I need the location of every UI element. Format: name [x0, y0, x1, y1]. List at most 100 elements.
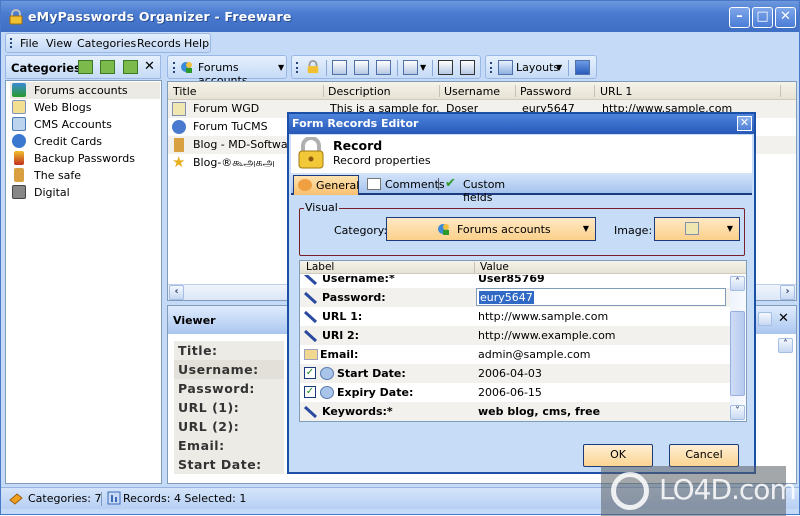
- grid-vertical-scrollbar[interactable]: ˄ ˅: [730, 275, 746, 421]
- tab-separator: [438, 178, 439, 190]
- menu-view[interactable]: View: [46, 37, 72, 50]
- dialog-title-bar[interactable]: Form Records Editor ✕: [289, 114, 754, 134]
- save-icon[interactable]: [575, 60, 590, 75]
- category-item[interactable]: Web Blogs: [10, 99, 160, 116]
- close-viewer-icon[interactable]: ✕: [778, 311, 789, 326]
- pen-icon: [304, 291, 318, 305]
- menu-records[interactable]: Records: [137, 37, 181, 50]
- category-label: Web Blogs: [34, 101, 92, 114]
- new-record-icon[interactable]: [332, 60, 347, 75]
- delete-record-icon[interactable]: [376, 60, 391, 75]
- status-separator: [101, 492, 102, 506]
- viewer-layout-icon[interactable]: [758, 312, 772, 326]
- blog-icon: [12, 100, 26, 114]
- cancel-button[interactable]: Cancel: [669, 444, 739, 467]
- ok-button[interactable]: OK: [583, 444, 653, 467]
- categories-list: Forums accounts Web Blogs CMS Accounts C…: [5, 80, 162, 484]
- column-divider: [594, 85, 595, 97]
- layout-toolbar: Layouts ▼: [485, 55, 597, 79]
- column-divider: [323, 85, 324, 97]
- categories-header: Categories ✕: [5, 55, 161, 79]
- splitter[interactable]: [162, 80, 166, 484]
- grid-header: Label Value: [300, 261, 746, 274]
- edit-category-icon[interactable]: [100, 60, 115, 74]
- grid-row[interactable]: ✓ Expiry Date: 2006-06-15: [300, 383, 730, 402]
- scroll-left-button[interactable]: ‹: [169, 285, 184, 300]
- grid-row[interactable]: Password: eury5647: [300, 288, 730, 307]
- category-label: The safe: [34, 169, 82, 182]
- dialog-tabs: General Comments ✔ Custom fields: [291, 173, 752, 204]
- chevron-down-icon[interactable]: ▼: [420, 63, 426, 72]
- cms-magnifier-icon: [172, 120, 186, 134]
- chevron-down-icon[interactable]: ▼: [278, 63, 284, 72]
- start-date-checkbox[interactable]: ✓: [304, 367, 316, 379]
- category-combo[interactable]: Forums accounts ▼: [386, 217, 596, 241]
- menu-file[interactable]: File: [20, 37, 38, 50]
- close-button[interactable]: ✕: [775, 7, 796, 28]
- viewer-field: Password:: [174, 379, 284, 398]
- chevron-down-icon: ▼: [726, 224, 733, 233]
- category-item[interactable]: The safe: [10, 167, 160, 184]
- category-item[interactable]: Forums accounts: [10, 82, 160, 99]
- chevron-down-icon[interactable]: ▼: [556, 63, 562, 72]
- camera-icon: [12, 185, 26, 199]
- title-bar[interactable]: eMyPasswords Organizer - Freeware – □ ✕: [1, 1, 799, 32]
- categories-book-icon: [9, 493, 23, 505]
- scroll-down-button[interactable]: ˅: [730, 405, 745, 420]
- grid-row[interactable]: ✓ Start Date: 2006-04-03: [300, 364, 730, 383]
- main-window: eMyPasswords Organizer - Freeware – □ ✕ …: [0, 0, 800, 516]
- close-panel-icon[interactable]: ✕: [144, 59, 155, 74]
- delete-category-icon[interactable]: [123, 60, 138, 74]
- notes-icon: [367, 178, 381, 190]
- scroll-right-button[interactable]: ›: [780, 285, 795, 300]
- toolbar-grip[interactable]: [296, 62, 298, 73]
- column-label: Label: [306, 261, 335, 273]
- key-forward-icon[interactable]: [438, 60, 453, 75]
- column-password[interactable]: Password: [520, 85, 571, 98]
- grid-row[interactable]: URl 2: http://www.example.com: [300, 326, 730, 345]
- image-combo[interactable]: ▼: [654, 217, 740, 241]
- toolbar-grip[interactable]: [173, 62, 175, 73]
- column-url1[interactable]: URL 1: [600, 85, 632, 98]
- category-item[interactable]: Backup Passwords: [10, 150, 160, 167]
- visual-group: Visual Category: Forums accounts ▼ Image…: [299, 201, 745, 256]
- scroll-up-button[interactable]: ˄: [730, 276, 745, 291]
- grid-row[interactable]: Email: admin@sample.com: [300, 345, 730, 364]
- tab-general[interactable]: General: [293, 175, 359, 195]
- users-globe-icon: [12, 83, 26, 97]
- dialog-close-button[interactable]: ✕: [737, 116, 752, 131]
- menu-categories[interactable]: Categories: [77, 37, 136, 50]
- category-item[interactable]: Digital: [10, 184, 160, 201]
- category-item[interactable]: Credit Cards: [10, 133, 160, 150]
- add-category-icon[interactable]: [78, 60, 93, 74]
- copy-icon[interactable]: [403, 60, 418, 75]
- column-description[interactable]: Description: [328, 85, 391, 98]
- grid-row[interactable]: URL 1: http://www.sample.com: [300, 307, 730, 326]
- layouts-dropdown[interactable]: Layouts: [516, 61, 559, 74]
- column-username[interactable]: Username: [444, 85, 500, 98]
- column-title[interactable]: Title: [173, 85, 197, 98]
- toolbar-grip[interactable]: [490, 62, 492, 73]
- expiry-date-checkbox[interactable]: ✓: [304, 386, 316, 398]
- category-item[interactable]: CMS Accounts: [10, 116, 160, 133]
- toolbar-separator: [568, 60, 569, 76]
- edit-record-icon[interactable]: [354, 60, 369, 75]
- grid-row[interactable]: Keywords:* web blog, cms, free: [300, 402, 730, 421]
- scrollbar-thumb[interactable]: [730, 311, 745, 396]
- tab-comments[interactable]: Comments: [363, 175, 445, 195]
- viewer-field: Username:: [174, 360, 284, 379]
- categories-count: Categories: 7: [28, 492, 102, 505]
- dialog-title: Form Records Editor: [292, 117, 419, 130]
- maximize-button[interactable]: □: [752, 7, 773, 28]
- viewer-scroll-up[interactable]: ˄: [778, 338, 793, 353]
- lock-icon[interactable]: [306, 60, 320, 74]
- menu-help[interactable]: Help: [184, 37, 209, 50]
- tab-custom-fields[interactable]: ✔ Custom fields: [441, 175, 531, 204]
- key-back-icon[interactable]: [460, 60, 475, 75]
- password-input[interactable]: eury5647: [476, 288, 726, 306]
- backup-icon: [14, 151, 24, 165]
- grid-row[interactable]: Username:* User85769: [300, 275, 730, 288]
- padlock-icon: [298, 137, 324, 169]
- minimize-button[interactable]: –: [729, 7, 750, 28]
- menu-grip[interactable]: [10, 38, 12, 48]
